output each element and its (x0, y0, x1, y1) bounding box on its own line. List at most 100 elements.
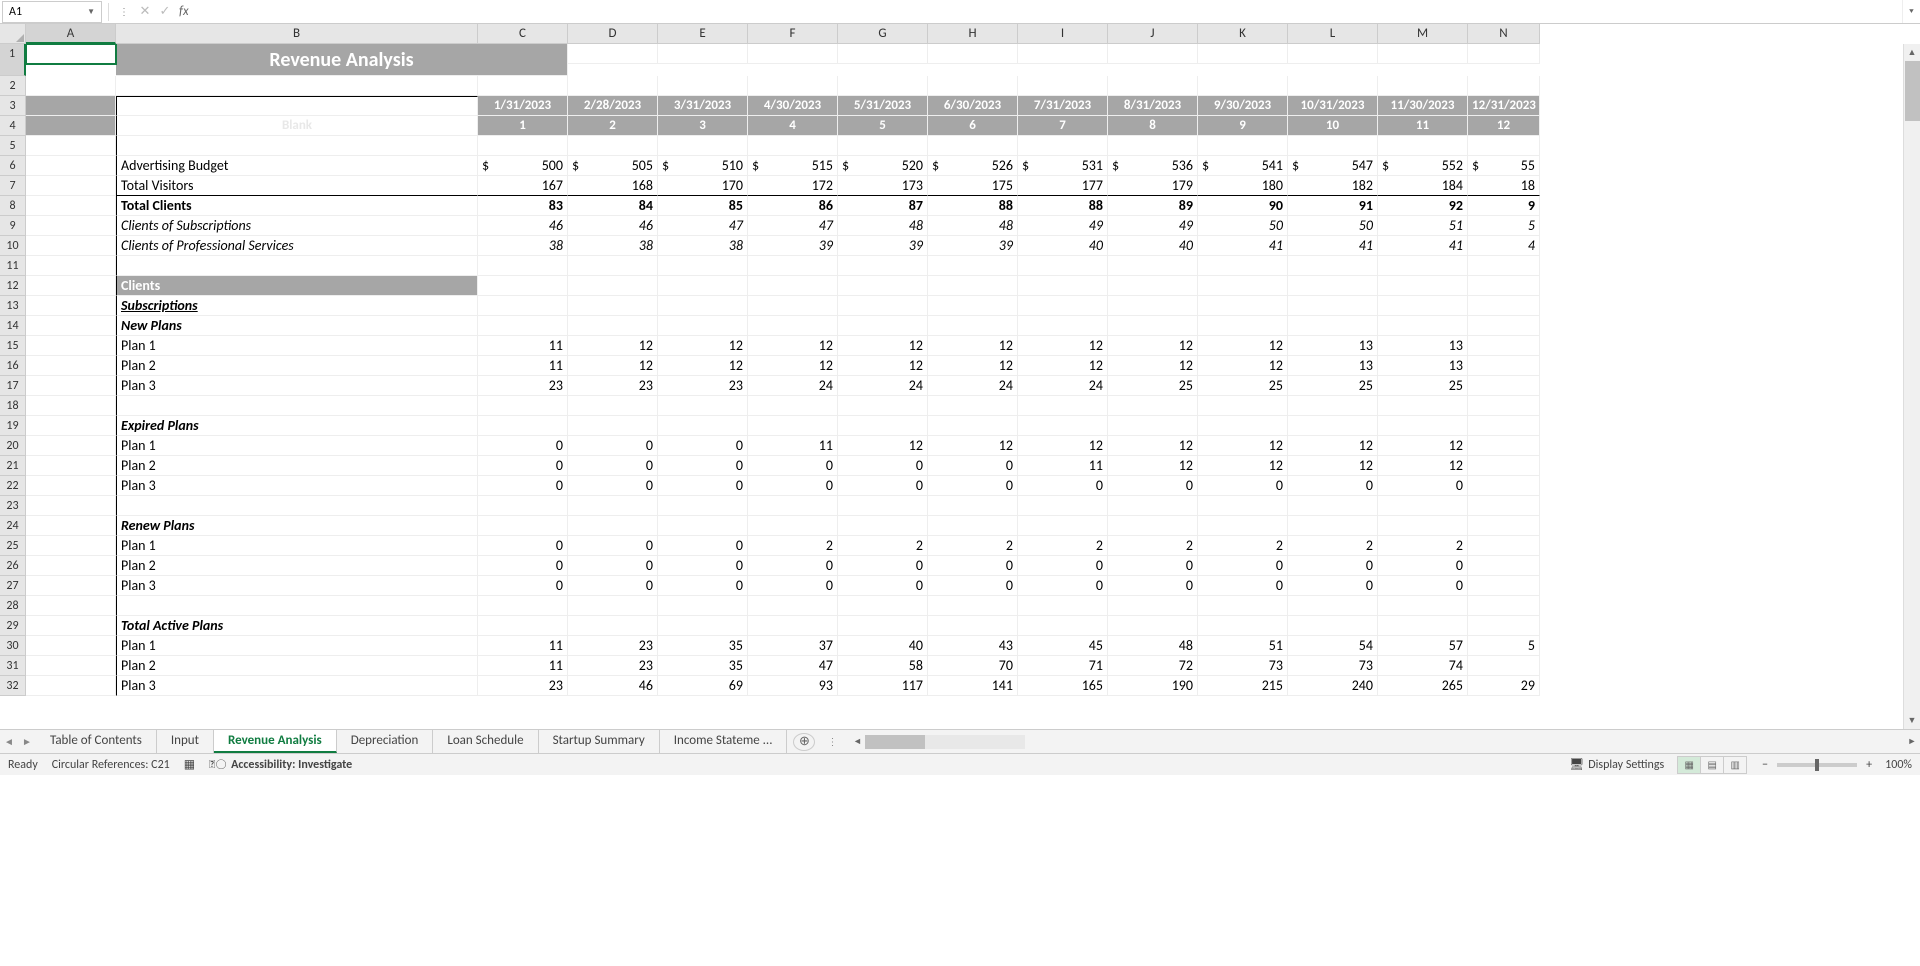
cell[interactable] (1108, 136, 1198, 156)
cell[interactable] (1288, 44, 1378, 64)
cell[interactable]: 13 (1288, 356, 1378, 376)
cell[interactable] (116, 396, 478, 416)
row-header-17[interactable]: 17 (0, 376, 26, 396)
cell[interactable] (1018, 76, 1108, 96)
cell[interactable] (928, 596, 1018, 616)
blank-label-cell[interactable]: Blank (116, 116, 478, 136)
cell[interactable]: 10/31/2023 (1288, 96, 1378, 116)
cell[interactable]: Plan 3 (116, 376, 478, 396)
cell[interactable] (26, 556, 116, 576)
cell[interactable] (748, 396, 838, 416)
cell[interactable]: Plan 2 (116, 556, 478, 576)
cell[interactable] (26, 576, 116, 596)
cell[interactable] (1288, 256, 1378, 276)
cell[interactable]: 85 (658, 196, 748, 216)
cell[interactable]: 0 (1018, 556, 1108, 576)
cell[interactable] (478, 516, 568, 536)
cell[interactable]: $541 (1198, 156, 1288, 176)
cell[interactable]: 0 (1288, 476, 1378, 496)
row-header-26[interactable]: 26 (0, 556, 26, 576)
cell[interactable]: 3 (658, 116, 748, 136)
row-header-28[interactable]: 28 (0, 596, 26, 616)
cell[interactable]: $520 (838, 156, 928, 176)
cell[interactable]: 13 (1288, 336, 1378, 356)
cell[interactable]: 4 (1468, 236, 1540, 256)
cell[interactable] (1468, 296, 1540, 316)
new-sheet-button[interactable]: ⊕ (793, 733, 815, 751)
page-break-view-button[interactable]: ▥ (1723, 756, 1747, 774)
cell[interactable] (1018, 596, 1108, 616)
cell[interactable] (26, 636, 116, 656)
cell[interactable]: 87 (838, 196, 928, 216)
cell[interactable]: 12 (1108, 336, 1198, 356)
cell[interactable] (1468, 656, 1540, 676)
cell[interactable] (26, 516, 116, 536)
cell[interactable]: 12 (1198, 336, 1288, 356)
row-header-8[interactable]: 8 (0, 196, 26, 216)
cell[interactable]: 25 (1378, 376, 1468, 396)
cell[interactable]: Expired Plans (116, 416, 478, 436)
tab-menu-icon[interactable]: ⋮ (821, 735, 843, 748)
cell[interactable] (478, 76, 568, 96)
cell[interactable]: 43 (928, 636, 1018, 656)
cell[interactable] (478, 496, 568, 516)
row-header-6[interactable]: 6 (0, 156, 26, 176)
cell[interactable]: 46 (478, 216, 568, 236)
cell[interactable]: 23 (478, 676, 568, 696)
cell[interactable]: 5/31/2023 (838, 96, 928, 116)
cell[interactable]: 89 (1108, 196, 1198, 216)
cell[interactable]: 0 (658, 456, 748, 476)
cell[interactable]: 57 (1378, 636, 1468, 656)
cell[interactable] (1468, 476, 1540, 496)
cell[interactable]: 12 (928, 356, 1018, 376)
cell[interactable]: 0 (1288, 576, 1378, 596)
col-header-L[interactable]: L (1288, 24, 1378, 44)
cell[interactable]: 12 (838, 436, 928, 456)
row-header-31[interactable]: 31 (0, 656, 26, 676)
cell[interactable] (1468, 516, 1540, 536)
cell[interactable]: 35 (658, 636, 748, 656)
cell[interactable]: 0 (478, 536, 568, 556)
cell[interactable]: 170 (658, 176, 748, 196)
cell[interactable]: Advertising Budget (116, 156, 478, 176)
cell[interactable] (1198, 316, 1288, 336)
cell[interactable]: 39 (748, 236, 838, 256)
cell[interactable]: Plan 1 (116, 536, 478, 556)
cell[interactable] (838, 76, 928, 96)
cell[interactable]: Total Visitors (116, 176, 478, 196)
cell[interactable] (478, 256, 568, 276)
cell[interactable]: 46 (568, 216, 658, 236)
cell[interactable]: 12 (1378, 456, 1468, 476)
cell[interactable] (26, 96, 116, 116)
cell[interactable] (928, 496, 1018, 516)
tab-nav-prev-icon[interactable]: ◄ (0, 735, 18, 748)
col-header-F[interactable]: F (748, 24, 838, 44)
formula-bar-menu-icon[interactable]: ⋮ (113, 5, 135, 18)
cell[interactable]: Plan 1 (116, 336, 478, 356)
col-header-I[interactable]: I (1018, 24, 1108, 44)
cell[interactable]: 2 (928, 536, 1018, 556)
cell[interactable] (1378, 44, 1468, 64)
sheet-tab[interactable]: Income Stateme ... (660, 730, 788, 753)
cell[interactable] (1198, 496, 1288, 516)
scroll-up-arrow-icon[interactable]: ▲ (1904, 44, 1920, 61)
cell[interactable]: 24 (928, 376, 1018, 396)
zoom-level[interactable]: 100% (1885, 758, 1912, 772)
cell[interactable] (658, 316, 748, 336)
cell[interactable]: 182 (1288, 176, 1378, 196)
row-header-10[interactable]: 10 (0, 236, 26, 256)
cell[interactable]: 2 (1288, 536, 1378, 556)
cell[interactable]: 0 (568, 556, 658, 576)
cell[interactable]: 0 (1198, 556, 1288, 576)
cell[interactable] (1378, 296, 1468, 316)
cell[interactable] (1198, 256, 1288, 276)
cell[interactable]: 12 (928, 436, 1018, 456)
cell[interactable] (658, 44, 748, 64)
cell[interactable] (748, 316, 838, 336)
sheet-tab[interactable]: Loan Schedule (433, 730, 538, 753)
cell[interactable] (748, 496, 838, 516)
cell[interactable] (1108, 296, 1198, 316)
sheet-tab[interactable]: Revenue Analysis (214, 730, 337, 753)
cell[interactable]: 92 (1378, 196, 1468, 216)
cell[interactable]: 0 (1198, 476, 1288, 496)
